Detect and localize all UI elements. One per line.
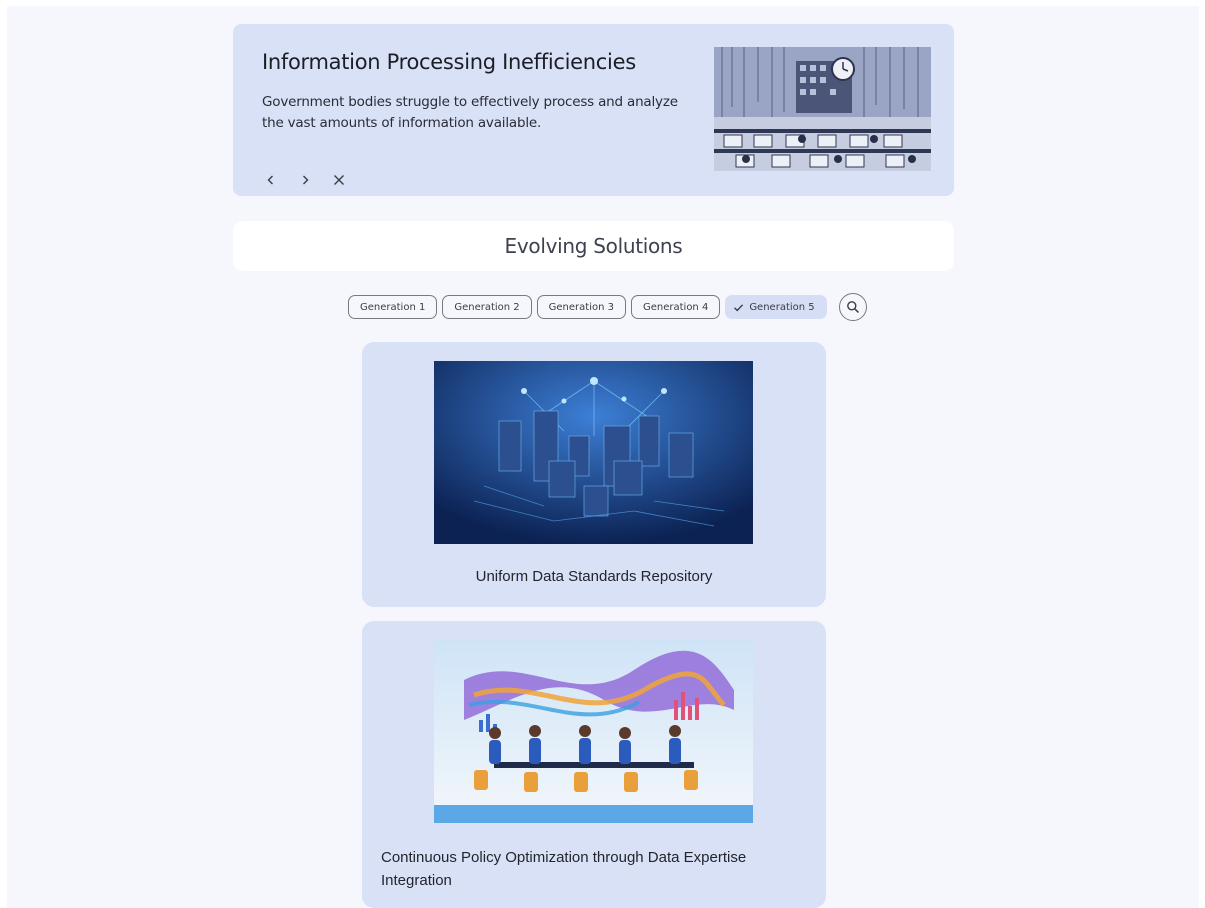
solution-card[interactable]: Uniform Data Standards Repository xyxy=(362,342,826,607)
card-image xyxy=(434,640,753,823)
banner-description: Government bodies struggle to effectivel… xyxy=(262,94,678,131)
card-image xyxy=(434,361,753,544)
search-icon xyxy=(846,301,859,314)
generation-filter-chips: Generation 1 Generation 2 Generation 3 G… xyxy=(348,293,867,321)
banner-controls xyxy=(258,167,352,193)
team-meeting-illustration xyxy=(434,640,753,823)
chip-label: Generation 4 xyxy=(642,301,709,313)
previous-button[interactable] xyxy=(258,167,284,193)
banner-image xyxy=(714,47,931,171)
search-button[interactable] xyxy=(838,293,867,321)
card-title: Uniform Data Standards Repository xyxy=(475,568,713,585)
chip-label: Generation 5 xyxy=(749,301,815,313)
chip-generation-5[interactable]: Generation 5 xyxy=(725,295,827,319)
chevron-right-icon xyxy=(303,175,309,185)
card-title: Continuous Policy Optimization through D… xyxy=(381,849,747,889)
check-icon xyxy=(733,302,744,313)
data-city-illustration xyxy=(434,361,753,544)
section-title: Evolving Solutions xyxy=(504,234,683,258)
office-clock-illustration xyxy=(714,47,931,171)
chip-label: Generation 1 xyxy=(360,301,426,313)
section-header: Evolving Solutions xyxy=(233,221,954,271)
chip-generation-2[interactable]: Generation 2 xyxy=(442,295,532,319)
banner-title: Information Processing Inefficiencies xyxy=(262,50,636,74)
next-button[interactable] xyxy=(292,167,318,193)
close-button[interactable] xyxy=(326,167,352,193)
close-icon xyxy=(334,175,344,185)
solution-card[interactable]: Continuous Policy Optimization through D… xyxy=(362,621,826,908)
chip-generation-4[interactable]: Generation 4 xyxy=(630,295,721,319)
chip-label: Generation 3 xyxy=(548,301,614,313)
chevron-left-icon xyxy=(267,175,273,185)
chip-generation-1[interactable]: Generation 1 xyxy=(348,295,438,319)
chip-generation-3[interactable]: Generation 3 xyxy=(536,295,626,319)
chip-label: Generation 2 xyxy=(454,301,520,313)
info-banner: Information Processing Inefficiencies Go… xyxy=(233,24,954,196)
